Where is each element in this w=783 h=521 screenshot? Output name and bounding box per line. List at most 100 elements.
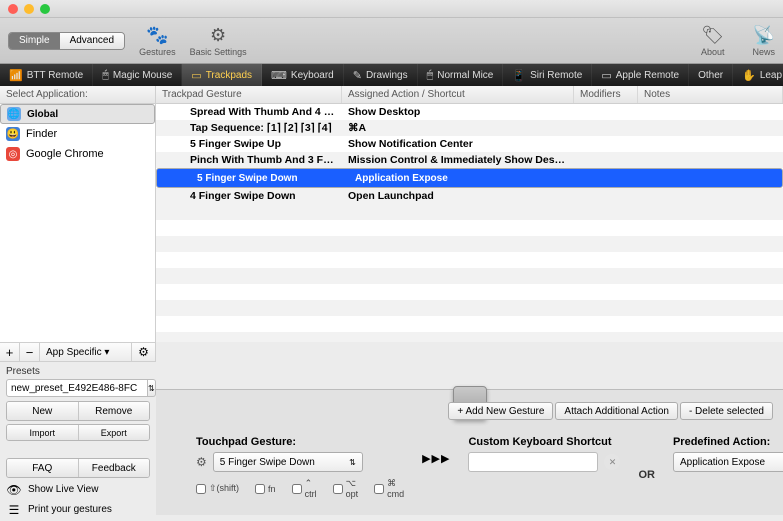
col-action[interactable]: Assigned Action / Shortcut — [342, 86, 574, 103]
table-row[interactable]: 5 Finger Swipe UpShow Notification Cente… — [156, 136, 783, 152]
shortcut-input[interactable] — [468, 452, 598, 472]
device-tab-trackpads[interactable]: ▭Trackpads — [182, 64, 262, 86]
clear-shortcut-icon[interactable]: ✕ — [604, 454, 620, 470]
mod-opt[interactable]: ⌥ opt — [333, 478, 359, 499]
device-icon: 📶 — [9, 69, 23, 82]
print-gestures[interactable]: ☰ Print your gestures — [6, 501, 150, 518]
news-label: News — [752, 47, 775, 57]
gesture-settings-icon[interactable]: ⚙ — [196, 455, 207, 469]
app-name: Global — [27, 109, 58, 120]
delete-selected-button[interactable]: - Delete selected — [680, 402, 773, 420]
list-icon: ☰ — [6, 503, 22, 517]
device-tab-siri-remote[interactable]: 📱Siri Remote — [503, 64, 592, 86]
sidebar-gear-icon[interactable]: ⚙ — [132, 343, 156, 361]
device-tab-label: Trackpads — [206, 70, 252, 81]
col-modifiers[interactable]: Modifiers — [574, 86, 638, 103]
device-icon: ✋ — [742, 69, 756, 82]
cell-action: Mission Control & Immediately Show Deskt… — [342, 154, 574, 166]
live-view-label: Show Live View — [28, 484, 98, 495]
table-row[interactable]: 5 Finger Swipe DownApplication Expose — [156, 168, 783, 188]
import-button[interactable]: Import — [7, 425, 78, 440]
device-tab-magic-mouse[interactable]: 🖱 Magic Mouse — [93, 64, 182, 86]
preset-stepper[interactable]: ⇅ — [148, 379, 156, 397]
sidebar-controls: + − App Specific ▾ ⚙ Presets ⇅ New Remov… — [0, 342, 156, 521]
col-gesture[interactable]: Trackpad Gesture — [156, 86, 342, 103]
minimize-window-icon[interactable] — [24, 4, 34, 14]
news-button[interactable]: 📡 News — [752, 25, 775, 57]
app-name: Google Chrome — [26, 148, 104, 160]
export-button[interactable]: Export — [78, 425, 150, 440]
device-tab-leap[interactable]: ✋ Leap — [733, 64, 783, 86]
app-row-finder[interactable]: 😃Finder — [0, 124, 155, 144]
basic-settings-tab[interactable]: ⚙ Basic Settings — [190, 25, 247, 57]
device-tab-label: Leap — [760, 70, 782, 81]
zoom-window-icon[interactable] — [40, 4, 50, 14]
cell-gesture: Tap Sequence: ⌈1⌉ ⌈2⌉ ⌈3⌉ ⌈4⌉ — [156, 122, 342, 134]
mod-ctrl[interactable]: ⌃ ctrl — [292, 478, 317, 499]
device-tab-btt-remote[interactable]: 📶BTT Remote — [0, 64, 93, 86]
device-icon: ✎ — [353, 69, 362, 82]
show-live-view[interactable]: 👁 Show Live View — [6, 481, 150, 498]
mod-fn[interactable]: fn — [255, 484, 276, 494]
add-app-button[interactable]: + — [0, 343, 20, 361]
gestures-label: Gestures — [139, 47, 176, 57]
remove-preset-button[interactable]: Remove — [78, 402, 150, 420]
device-tab-normal-mice[interactable]: 🖱Normal Mice — [418, 64, 504, 86]
add-gesture-button[interactable]: + Add New Gesture — [448, 402, 553, 420]
preset-name-input[interactable] — [6, 379, 148, 397]
table-row[interactable]: 4 Finger Swipe DownOpen Launchpad — [156, 188, 783, 204]
remove-app-button[interactable]: − — [20, 343, 40, 361]
device-tab-apple-remote[interactable]: ▭Apple Remote — [592, 64, 689, 86]
cell-action: ⌘A — [342, 122, 574, 134]
app-row-global[interactable]: 🌐 Global — [0, 104, 155, 124]
cell-action: Show Desktop — [342, 106, 574, 118]
simple-mode-button[interactable]: Simple — [9, 33, 60, 49]
device-tab-label: Magic Mouse — [113, 70, 172, 81]
device-tab-drawings[interactable]: ✎Drawings — [344, 64, 418, 86]
feedback-button[interactable]: Feedback — [78, 459, 150, 477]
tag-icon: 🏷 — [702, 25, 724, 47]
mod-cmd[interactable]: ⌘ cmd — [374, 478, 404, 499]
col-notes[interactable]: Notes — [638, 86, 783, 103]
app-name: Finder — [26, 128, 57, 140]
faq-button[interactable]: FAQ — [7, 459, 78, 477]
cell-action: Show Notification Center — [342, 138, 574, 150]
predefined-action-select[interactable]: Application Expose ⇅ — [673, 452, 783, 472]
app-row-google-chrome[interactable]: ◎ Google Chrome — [0, 144, 155, 164]
touchpad-gesture-label: Touchpad Gesture: — [196, 436, 404, 448]
table-body: Spread With Thumb And 4 FingersShow Desk… — [156, 104, 783, 342]
cell-gesture: Spread With Thumb And 4 Fingers — [156, 106, 342, 118]
table-row[interactable]: Tap Sequence: ⌈1⌉ ⌈2⌉ ⌈3⌉ ⌈4⌉⌘A — [156, 120, 783, 136]
device-icon: 🖱 — [102, 69, 109, 82]
gestures-tab[interactable]: 🐾 Gestures — [139, 25, 176, 57]
app-icon: 🌐 — [7, 107, 21, 121]
device-tab-label: Keyboard — [291, 70, 334, 81]
bottom-panel: + Add New Gesture Attach Additional Acti… — [156, 389, 783, 515]
device-tab-keyboard[interactable]: ⌨Keyboard — [262, 64, 344, 86]
device-icon: 📱 — [512, 69, 526, 82]
mod-shift[interactable]: ⇧(shift) — [196, 483, 239, 494]
gear-icon: ⚙ — [207, 25, 229, 47]
app-specific-dropdown[interactable]: App Specific ▾ — [40, 343, 132, 361]
new-preset-button[interactable]: New — [7, 402, 78, 420]
titlebar — [0, 0, 783, 18]
about-button[interactable]: 🏷 About — [701, 25, 725, 57]
device-tab-label: Apple Remote — [616, 70, 679, 81]
cell-gesture: 5 Finger Swipe Down — [163, 173, 349, 184]
modifier-row: ⇧(shift) fn ⌃ ctrl ⌥ opt ⌘ cmd — [196, 478, 404, 499]
close-window-icon[interactable] — [8, 4, 18, 14]
arrow-icon: ▶▶▶ — [422, 452, 450, 465]
shortcut-label: Custom Keyboard Shortcut — [468, 436, 620, 448]
device-tab-label: Other — [698, 70, 723, 81]
table-header: Trackpad Gesture Assigned Action / Short… — [156, 86, 783, 104]
attach-action-button[interactable]: Attach Additional Action — [555, 402, 678, 420]
app-icon: ◎ — [6, 147, 20, 161]
eye-icon: 👁 — [6, 483, 22, 497]
advanced-mode-button[interactable]: Advanced — [60, 33, 124, 49]
basic-settings-label: Basic Settings — [190, 47, 247, 57]
sidebar-header: Select Application: — [0, 86, 155, 104]
table-row[interactable]: Spread With Thumb And 4 FingersShow Desk… — [156, 104, 783, 120]
touchpad-gesture-select[interactable]: 5 Finger Swipe Down ⇅ — [213, 452, 363, 472]
table-row[interactable]: Pinch With Thumb And 3 FingersMission Co… — [156, 152, 783, 168]
device-tab-other[interactable]: Other — [689, 64, 733, 86]
